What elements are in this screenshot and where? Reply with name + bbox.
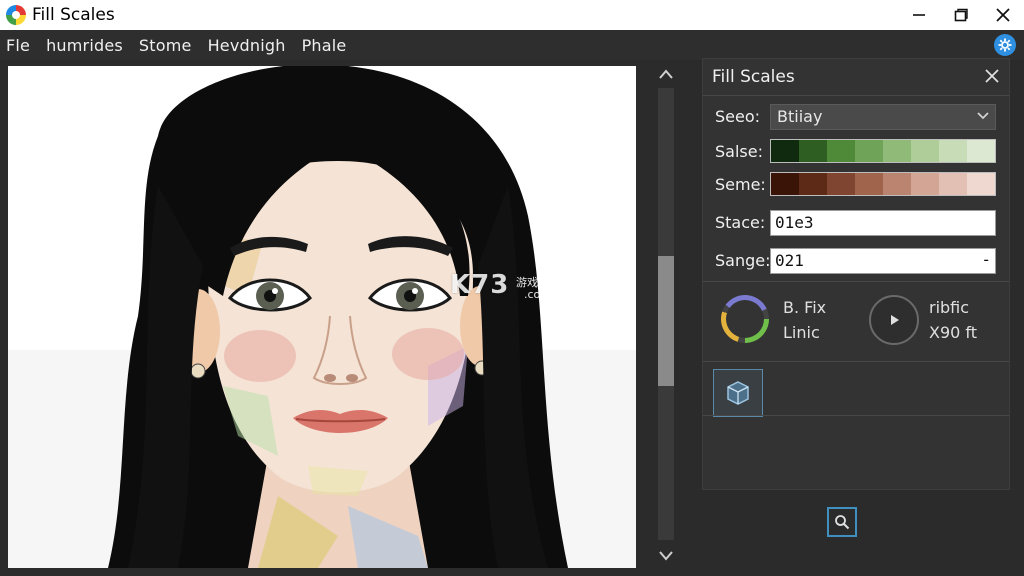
seme-swatch-5: [911, 173, 939, 195]
seme-swatch-1: [799, 173, 827, 195]
window-title: Fill Scales: [32, 5, 115, 25]
stace-label: Stace:: [715, 213, 766, 232]
seme-label: Seme:: [715, 175, 766, 194]
fill-scales-panel: Fill Scales Seeo: Btiiay Salse: Seme: St…: [702, 58, 1010, 490]
cube-icon: [727, 381, 749, 405]
salse-label: Salse:: [715, 142, 763, 161]
maximize-button[interactable]: [940, 0, 982, 30]
close-icon: [985, 69, 999, 83]
window-controls: [898, 0, 1024, 30]
seme-swatch-6: [939, 173, 967, 195]
salse-swatch-0: [771, 140, 799, 162]
stace-input-value: 01e3: [775, 213, 814, 232]
panel-title-divider: [703, 95, 1009, 96]
color-ring-control[interactable]: [721, 295, 769, 343]
minimize-icon: [913, 14, 925, 16]
salse-swatch-3: [855, 140, 883, 162]
chevron-down-icon: [659, 551, 673, 561]
seme-swatch-3: [855, 173, 883, 195]
seme-swatch-4: [883, 173, 911, 195]
scroll-up-button[interactable]: [656, 64, 676, 84]
seme-swatch-0: [771, 173, 799, 195]
fields-divider: [703, 281, 1009, 282]
seed-select-value: Btiiay: [777, 107, 823, 126]
search-button[interactable]: [827, 507, 857, 537]
menu-item-5[interactable]: Phale: [302, 36, 347, 55]
close-icon: [996, 8, 1010, 22]
sange-input[interactable]: 021 -: [770, 248, 996, 274]
close-window-button[interactable]: [982, 0, 1024, 30]
settings-badge-button[interactable]: [994, 34, 1016, 56]
salse-swatch-6: [939, 140, 967, 162]
scroll-track[interactable]: [658, 88, 674, 540]
title-bar: Fill Scales: [0, 0, 1024, 30]
vertical-scrollbar[interactable]: [652, 62, 680, 570]
search-icon: [835, 515, 850, 530]
scroll-thumb[interactable]: [658, 256, 674, 386]
salse-swatch-7: [967, 140, 995, 162]
linic-label: Linic: [783, 323, 820, 342]
scroll-down-button[interactable]: [656, 546, 676, 566]
tool-divider: [703, 415, 1009, 416]
fix-label: B. Fix: [783, 298, 827, 317]
play-icon: [891, 315, 899, 325]
menu-item-3[interactable]: Stome: [139, 36, 192, 55]
salse-swatch-1: [799, 140, 827, 162]
salse-swatch-5: [911, 140, 939, 162]
sange-input-value: 021: [775, 251, 804, 270]
controls-divider: [703, 361, 1009, 362]
tool-button[interactable]: [713, 369, 763, 417]
salse-color-scale[interactable]: [770, 139, 996, 163]
seme-color-scale[interactable]: [770, 172, 996, 196]
menu-item-4[interactable]: Hevdnigh: [208, 36, 286, 55]
app-logo-icon: [6, 5, 26, 25]
chevron-up-icon: [659, 69, 673, 79]
panel-title: Fill Scales: [712, 67, 795, 87]
menu-item-2[interactable]: humrides: [46, 36, 123, 55]
play-button[interactable]: [869, 295, 919, 345]
sange-dropdown-marker: -: [981, 250, 991, 269]
seed-select[interactable]: Btiiay: [770, 104, 996, 130]
portrait-image: [108, 66, 568, 568]
x90-label: X90 ft: [929, 323, 978, 342]
seed-label: Seeo:: [715, 107, 761, 126]
gear-icon: [998, 38, 1012, 52]
chevron-down-icon: [977, 112, 989, 120]
stace-input[interactable]: 01e3: [770, 210, 996, 236]
watermark-brand: K73: [450, 270, 510, 300]
ribfic-label: ribfic: [929, 298, 970, 317]
seme-swatch-2: [827, 173, 855, 195]
minimize-button[interactable]: [898, 0, 940, 30]
menu-item-file[interactable]: Fle: [6, 36, 30, 55]
watermark-domain: .com: [524, 288, 551, 301]
salse-swatch-2: [827, 140, 855, 162]
image-canvas[interactable]: [8, 66, 636, 568]
seme-swatch-7: [967, 173, 995, 195]
sange-label: Sange:: [715, 251, 771, 270]
maximize-icon: [954, 8, 968, 22]
panel-close-button[interactable]: [981, 65, 1003, 87]
menu-bar: Fle humrides Stome Hevdnigh Phale: [0, 30, 1024, 60]
salse-swatch-4: [883, 140, 911, 162]
